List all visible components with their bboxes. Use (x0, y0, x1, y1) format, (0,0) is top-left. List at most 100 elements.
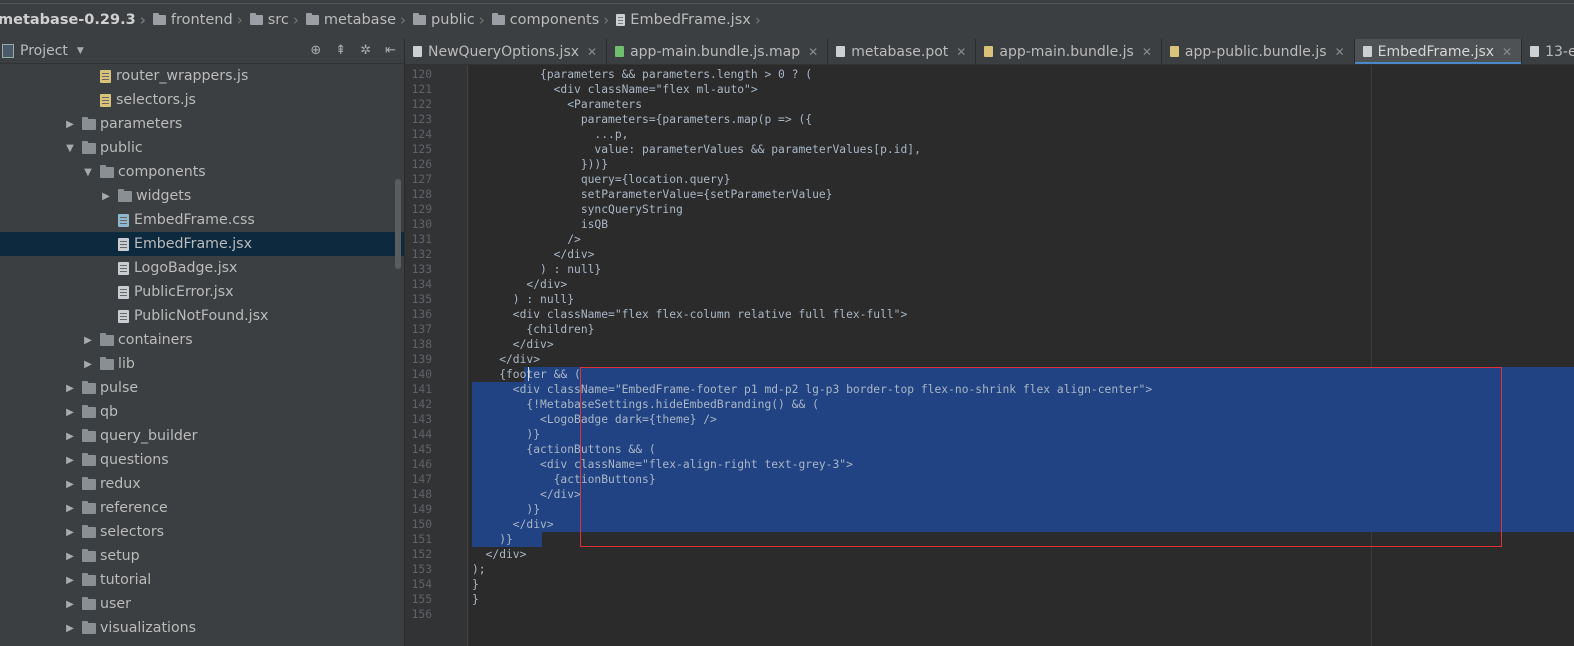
code-line: </div> (472, 548, 527, 561)
editor-tab[interactable]: app-main.bundle.js ✕ (976, 39, 1162, 64)
expand-right-icon[interactable]: ▶ (64, 599, 76, 610)
tree-folder-questions[interactable]: ▶ questions (0, 448, 404, 472)
tree-file-logobadge-jsx[interactable]: LogoBadge.jsx (0, 256, 404, 280)
expand-right-icon[interactable]: ▶ (64, 407, 76, 418)
collapse-all-icon[interactable]: ⇞ (335, 43, 346, 58)
breadcrumb-item[interactable]: EmbedFrame.jsx › (616, 11, 768, 29)
tree-folder-setup[interactable]: ▶ setup (0, 544, 404, 568)
folder-icon (82, 140, 96, 154)
tree-folder-query-builder[interactable]: ▶ query_builder (0, 424, 404, 448)
tree-file-router-wrappers-js[interactable]: router_wrappers.js (0, 64, 404, 88)
tree-folder-containers[interactable]: ▶ containers (0, 328, 404, 352)
tree-file-selectors-js[interactable]: selectors.js (0, 88, 404, 112)
js-file-icon (100, 93, 111, 107)
breadcrumb-item[interactable]: metabase › (305, 11, 413, 29)
close-icon[interactable]: ✕ (808, 45, 818, 59)
line-number: 140 (411, 368, 432, 381)
expand-right-icon[interactable]: ▶ (64, 479, 76, 490)
expand-down-icon[interactable]: ▼ (82, 167, 94, 178)
expand-right-icon[interactable]: ▶ (64, 455, 76, 466)
line-number: 155 (411, 593, 432, 606)
breadcrumb-item[interactable]: components › (491, 11, 617, 29)
expand-right-icon[interactable]: ▶ (64, 383, 76, 394)
tree-item-label: redux (100, 476, 141, 492)
expand-right-icon[interactable]: ▶ (64, 551, 76, 562)
close-icon[interactable]: ✕ (587, 45, 597, 59)
expand-right-icon[interactable]: ▶ (100, 191, 112, 202)
breadcrumb-item[interactable]: public › (413, 11, 492, 29)
breadcrumb-item[interactable]: src › (249, 11, 306, 29)
chevron-right-icon: › (478, 10, 485, 29)
line-number: 122 (411, 98, 432, 111)
folder-icon (100, 164, 114, 178)
close-icon[interactable]: ✕ (1335, 45, 1345, 59)
close-icon[interactable]: ✕ (1142, 45, 1152, 59)
tree-file-publicerror-jsx[interactable]: PublicError.jsx (0, 280, 404, 304)
editor-tab[interactable]: NewQueryOptions.jsx ✕ (405, 39, 608, 64)
tree-item-label: LogoBadge.jsx (134, 260, 238, 276)
hide-panel-icon[interactable]: ⇤ (385, 43, 396, 58)
tree-folder-components[interactable]: ▼ components (0, 160, 404, 184)
code-line: {children} (472, 323, 595, 336)
breadcrumb-label: public (431, 11, 475, 28)
code-line: query={location.query} (472, 173, 731, 186)
folder-icon (118, 188, 132, 202)
tree-folder-lib[interactable]: ▶ lib (0, 352, 404, 376)
close-icon[interactable]: ✕ (1502, 45, 1512, 59)
expand-right-icon[interactable]: ▶ (64, 119, 76, 130)
code-line: )} (472, 503, 541, 516)
tree-folder-pulse[interactable]: ▶ pulse (0, 376, 404, 400)
chevron-right-icon: › (236, 10, 243, 29)
tree-folder-visualizations[interactable]: ▶ visualizations (0, 616, 404, 640)
code-line: } (472, 578, 479, 591)
expand-right-icon[interactable]: ▶ (64, 503, 76, 514)
breadcrumb-label: components (509, 11, 600, 28)
tree-folder-redux[interactable]: ▶ redux (0, 472, 404, 496)
tree-item-label: questions (100, 452, 169, 468)
tree-folder-tutorial[interactable]: ▶ tutorial (0, 568, 404, 592)
expand-right-icon[interactable]: ▶ (82, 335, 94, 346)
editor-tab[interactable]: 13-embedding.m (1522, 39, 1574, 64)
project-scrollbar[interactable] (395, 179, 401, 269)
tree-folder-widgets[interactable]: ▶ widgets (0, 184, 404, 208)
code-line: ...p, (472, 128, 629, 141)
folder-icon (82, 500, 96, 514)
breadcrumb-item[interactable]: metabase-0.29.3 › (0, 11, 153, 29)
tree-item-label: containers (118, 332, 193, 348)
line-number: 137 (411, 323, 432, 336)
expand-right-icon[interactable]: ▶ (82, 359, 94, 370)
expand-right-icon[interactable]: ▶ (64, 527, 76, 538)
tree-folder-user[interactable]: ▶ user (0, 592, 404, 616)
tree-folder-public[interactable]: ▼ public (0, 136, 404, 160)
editor-tab[interactable]: metabase.pot ✕ (828, 39, 977, 64)
expand-right-icon[interactable]: ▶ (64, 575, 76, 586)
expand-down-icon[interactable]: ▼ (64, 143, 76, 154)
tree-file-publicnotfound-jsx[interactable]: PublicNotFound.jsx (0, 304, 404, 328)
editor-tab[interactable]: EmbedFrame.jsx ✕ (1354, 39, 1523, 64)
chevron-right-icon: › (754, 10, 761, 29)
gear-icon[interactable]: ✲ (360, 43, 371, 58)
locate-icon[interactable]: ⊕ (310, 43, 321, 58)
editor-tab[interactable]: app-main.bundle.js.map ✕ (607, 39, 829, 64)
expand-right-icon[interactable]: ▶ (64, 623, 76, 634)
close-icon[interactable]: ✕ (956, 45, 966, 59)
code-line: }))} (472, 158, 609, 171)
tree-file-embedframe-css[interactable]: EmbedFrame.css (0, 208, 404, 232)
project-view-selector[interactable]: Project ▼ (0, 43, 84, 59)
tab-label: NewQueryOptions.jsx (428, 43, 580, 60)
tree-folder-selectors[interactable]: ▶ selectors (0, 520, 404, 544)
breadcrumb-item[interactable]: frontend › (152, 10, 250, 29)
folder-icon (305, 12, 319, 25)
js-file-icon (1169, 46, 1179, 57)
editor-tab[interactable]: app-public.bundle.js ✕ (1162, 39, 1355, 64)
code-area[interactable]: {parameters && parameters.length > 0 ? (… (468, 65, 1574, 646)
file-icon (118, 309, 129, 323)
tree-file-embedframe-jsx[interactable]: EmbedFrame.jsx (0, 232, 404, 256)
tree-folder-parameters[interactable]: ▶ parameters (0, 112, 404, 136)
tree-item-label: PublicNotFound.jsx (134, 308, 269, 324)
expand-right-icon[interactable]: ▶ (64, 431, 76, 442)
highlight-box (580, 367, 1502, 547)
tree-folder-reference[interactable]: ▶ reference (0, 496, 404, 520)
tree-folder-qb[interactable]: ▶ qb (0, 400, 404, 424)
tree-item-label: components (118, 164, 206, 180)
